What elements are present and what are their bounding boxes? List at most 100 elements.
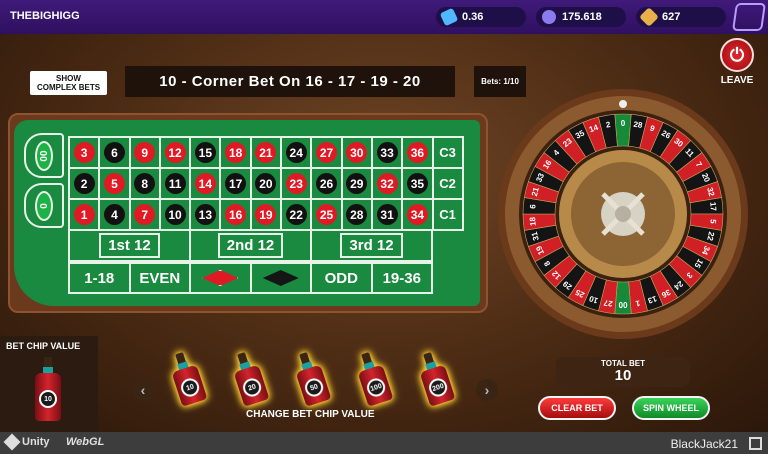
bet-number-23[interactable]: 23 — [281, 168, 312, 199]
leave-button[interactable]: ⏻ — [720, 38, 754, 72]
bet-number-30[interactable]: 30 — [341, 137, 372, 168]
diamond-ticket-icon — [439, 7, 459, 27]
number-label: 14 — [194, 173, 216, 194]
bet-number-34[interactable]: 34 — [402, 199, 433, 230]
number-label: 16 — [225, 204, 247, 225]
bet-number-16[interactable]: 16 — [220, 199, 251, 230]
bet-3rd-12[interactable]: 3rd 12 — [311, 230, 432, 261]
bet-number-32[interactable]: 32 — [371, 168, 403, 199]
number-label: 17 — [225, 173, 247, 194]
double-zero-label: 00 — [35, 140, 53, 171]
bet-number-19[interactable]: 19 — [250, 199, 282, 230]
unity-badge: Unity — [3, 433, 50, 451]
bet-double-zero[interactable]: 00 — [24, 133, 64, 178]
bet-number-22[interactable]: 22 — [281, 199, 312, 230]
number-label: 20 — [255, 173, 277, 194]
bet-number-13[interactable]: 13 — [190, 199, 221, 230]
number-label: 2 — [73, 173, 95, 194]
bet-number-6[interactable]: 6 — [99, 137, 130, 168]
bet-number-12[interactable]: 12 — [159, 137, 191, 168]
dozen-label: 3rd 12 — [340, 233, 403, 258]
bet-zero[interactable]: 0 — [24, 183, 64, 228]
stat-tickets-value: 0.36 — [462, 11, 484, 23]
current-bet-label: 10 - Corner Bet On 16 - 17 - 19 - 20 — [125, 66, 455, 97]
clear-bet-button[interactable]: CLEAR BET — [538, 396, 616, 420]
bet-number-2[interactable]: 2 — [69, 168, 100, 199]
chip-prev-arrow[interactable]: ‹ — [132, 379, 154, 401]
bet-number-18[interactable]: 18 — [220, 137, 251, 168]
dozen-label: 1st 12 — [99, 233, 160, 258]
wheel-pocket-label: 0 — [621, 119, 626, 128]
bet-number-15[interactable]: 15 — [190, 137, 221, 168]
number-label: 28 — [346, 204, 368, 225]
bet-number-25[interactable]: 25 — [311, 199, 342, 230]
bet-number-24[interactable]: 24 — [281, 137, 312, 168]
bet-number-35[interactable]: 35 — [402, 168, 433, 199]
power-icon: ⏻ — [729, 44, 745, 65]
bet-number-3[interactable]: 3 — [69, 137, 100, 168]
bet-column-1[interactable]: C1 — [432, 199, 463, 230]
number-label: 3 — [73, 142, 95, 163]
bet-column-3[interactable]: C3 — [432, 137, 463, 168]
bet-chip-title: BET CHIP VALUE — [6, 341, 81, 351]
spin-wheel-button[interactable]: SPIN WHEEL — [632, 396, 710, 420]
black-diamond-icon — [262, 270, 299, 286]
stat-coins: 175.618 — [536, 7, 626, 27]
stat-gems-value: 627 — [662, 11, 681, 23]
bet-2nd-12[interactable]: 2nd 12 — [190, 230, 311, 261]
show-complex-bets-button[interactable]: SHOW COMPLEX BETS — [30, 71, 107, 95]
bet-number-10[interactable]: 10 — [159, 199, 191, 230]
number-label: 18 — [225, 142, 247, 163]
change-chip-label: CHANGE BET CHIP VALUE — [246, 409, 375, 420]
wheel-pocket-label: 00 — [618, 300, 627, 309]
bet-number-31[interactable]: 31 — [371, 199, 403, 230]
number-label: 19 — [255, 204, 277, 225]
bet-number-9[interactable]: 9 — [129, 137, 160, 168]
bet-number-11[interactable]: 11 — [159, 168, 191, 199]
number-label: 35 — [406, 173, 428, 194]
bet-number-36[interactable]: 36 — [402, 137, 433, 168]
stat-tickets: 0.36 — [436, 7, 526, 27]
bet-number-21[interactable]: 21 — [250, 137, 282, 168]
zero-pockets: 00 0 — [24, 133, 64, 233]
game-logo-icon[interactable] — [732, 3, 766, 31]
number-label: 25 — [316, 204, 338, 225]
bet-number-28[interactable]: 28 — [341, 199, 372, 230]
bet-number-4[interactable]: 4 — [99, 199, 130, 230]
bet-1-18[interactable]: 1-18 — [69, 263, 130, 293]
red-diamond-icon — [202, 270, 239, 286]
wheel-center-cap — [615, 206, 631, 222]
number-label: 22 — [285, 204, 307, 225]
bet-number-5[interactable]: 5 — [99, 168, 130, 199]
number-label: 27 — [316, 142, 338, 163]
bet-number-27[interactable]: 27 — [311, 137, 342, 168]
bet-number-26[interactable]: 26 — [311, 168, 342, 199]
bet-column-2[interactable]: C2 — [432, 168, 463, 199]
chip-next-arrow[interactable]: › — [476, 379, 498, 401]
bet-even[interactable]: EVEN — [129, 263, 190, 293]
fullscreen-icon[interactable] — [749, 437, 762, 450]
bet-number-29[interactable]: 29 — [341, 168, 372, 199]
dozen-label: 2nd 12 — [217, 233, 284, 258]
game-name: BlackJack21 — [670, 437, 738, 451]
show-complex-line2: COMPLEX BETS — [36, 83, 101, 92]
stat-coins-value: 175.618 — [562, 11, 602, 23]
number-label: 26 — [316, 173, 338, 194]
bet-number-20[interactable]: 20 — [250, 168, 282, 199]
bet-number-17[interactable]: 17 — [220, 168, 251, 199]
bet-19-36[interactable]: 19-36 — [371, 263, 432, 293]
number-label: 5 — [103, 173, 125, 194]
bet-1st-12[interactable]: 1st 12 — [69, 230, 190, 261]
gem-icon — [639, 7, 659, 27]
bet-number-14[interactable]: 14 — [190, 168, 221, 199]
bet-number-7[interactable]: 7 — [129, 199, 160, 230]
bet-number-8[interactable]: 8 — [129, 168, 160, 199]
bet-red[interactable] — [190, 263, 251, 293]
roulette-wheel: 0 28 9 263011720321752234153243613100271025… — [498, 89, 748, 339]
number-label: 10 — [164, 204, 186, 225]
bet-number-33[interactable]: 33 — [371, 137, 403, 168]
bet-black[interactable] — [250, 263, 311, 293]
bet-odd[interactable]: ODD — [311, 263, 372, 293]
number-grid: 3 6 9 12 15 18 21 24 27 30 33 36 C3 2 5 8 11 14 17 20 23 26 29… — [68, 136, 464, 231]
bet-number-1[interactable]: 1 — [69, 199, 100, 230]
